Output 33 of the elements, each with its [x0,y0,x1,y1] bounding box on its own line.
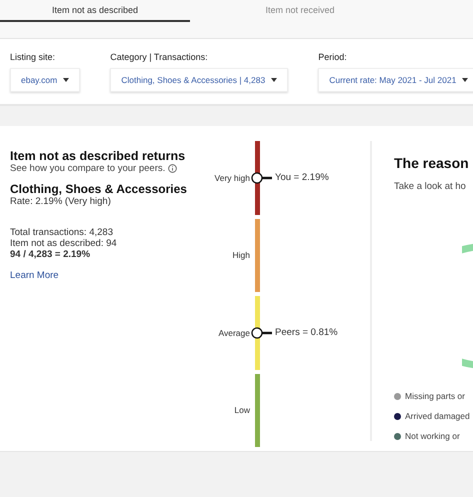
caret-icon [271,78,278,82]
legend-label: Not working or [405,431,460,441]
dropdown[interactable]: Current rate: May 2021 - Jul 2021 [318,68,473,92]
filter-label: Listing site: [10,52,56,62]
marker-icon [251,326,273,339]
filter-label: Period: [318,52,348,62]
legend-label: Arrived damaged [405,411,470,421]
subtitle: Take a look at ho [394,181,467,192]
section-title: The reason [394,155,470,171]
rate-text: Rate: 2.19% (Very high) [10,196,112,207]
tab[interactable]: Item not received [190,0,410,22]
marker-label: You = 2.19% [275,172,329,184]
formula-text: 94 / 4,283 = 2.19% [10,249,92,260]
dropdown[interactable]: ebay.com [10,68,80,92]
caret-icon [462,78,468,82]
section-title: Item not as described returns [10,149,186,163]
caret-icon [63,78,70,82]
marker-label: Peers = 0.81% [275,327,338,338]
stat-text: Total transactions: 4,283 [10,227,114,238]
stat-text: Item not as described: 94 [10,238,118,249]
filter-label: Category | Transactions: [110,52,209,62]
subtitle: See how you compare to your peers. [10,163,166,174]
band-label: Very high [214,172,251,183]
band-label: Low [233,405,251,416]
band-label: Average [217,328,251,338]
marker-icon [251,172,273,184]
category-title: Clothing, Shoes & Accessories [10,182,188,196]
band-label: High [232,250,251,260]
info-icon [168,164,178,173]
dropdown[interactable]: Clothing, Shoes & Accessories | 4,283 [110,68,288,92]
tab[interactable]: Item not as described [0,0,190,22]
legend-label: Missing parts or [405,391,465,401]
learn-more-link[interactable]: Learn More [10,270,210,281]
